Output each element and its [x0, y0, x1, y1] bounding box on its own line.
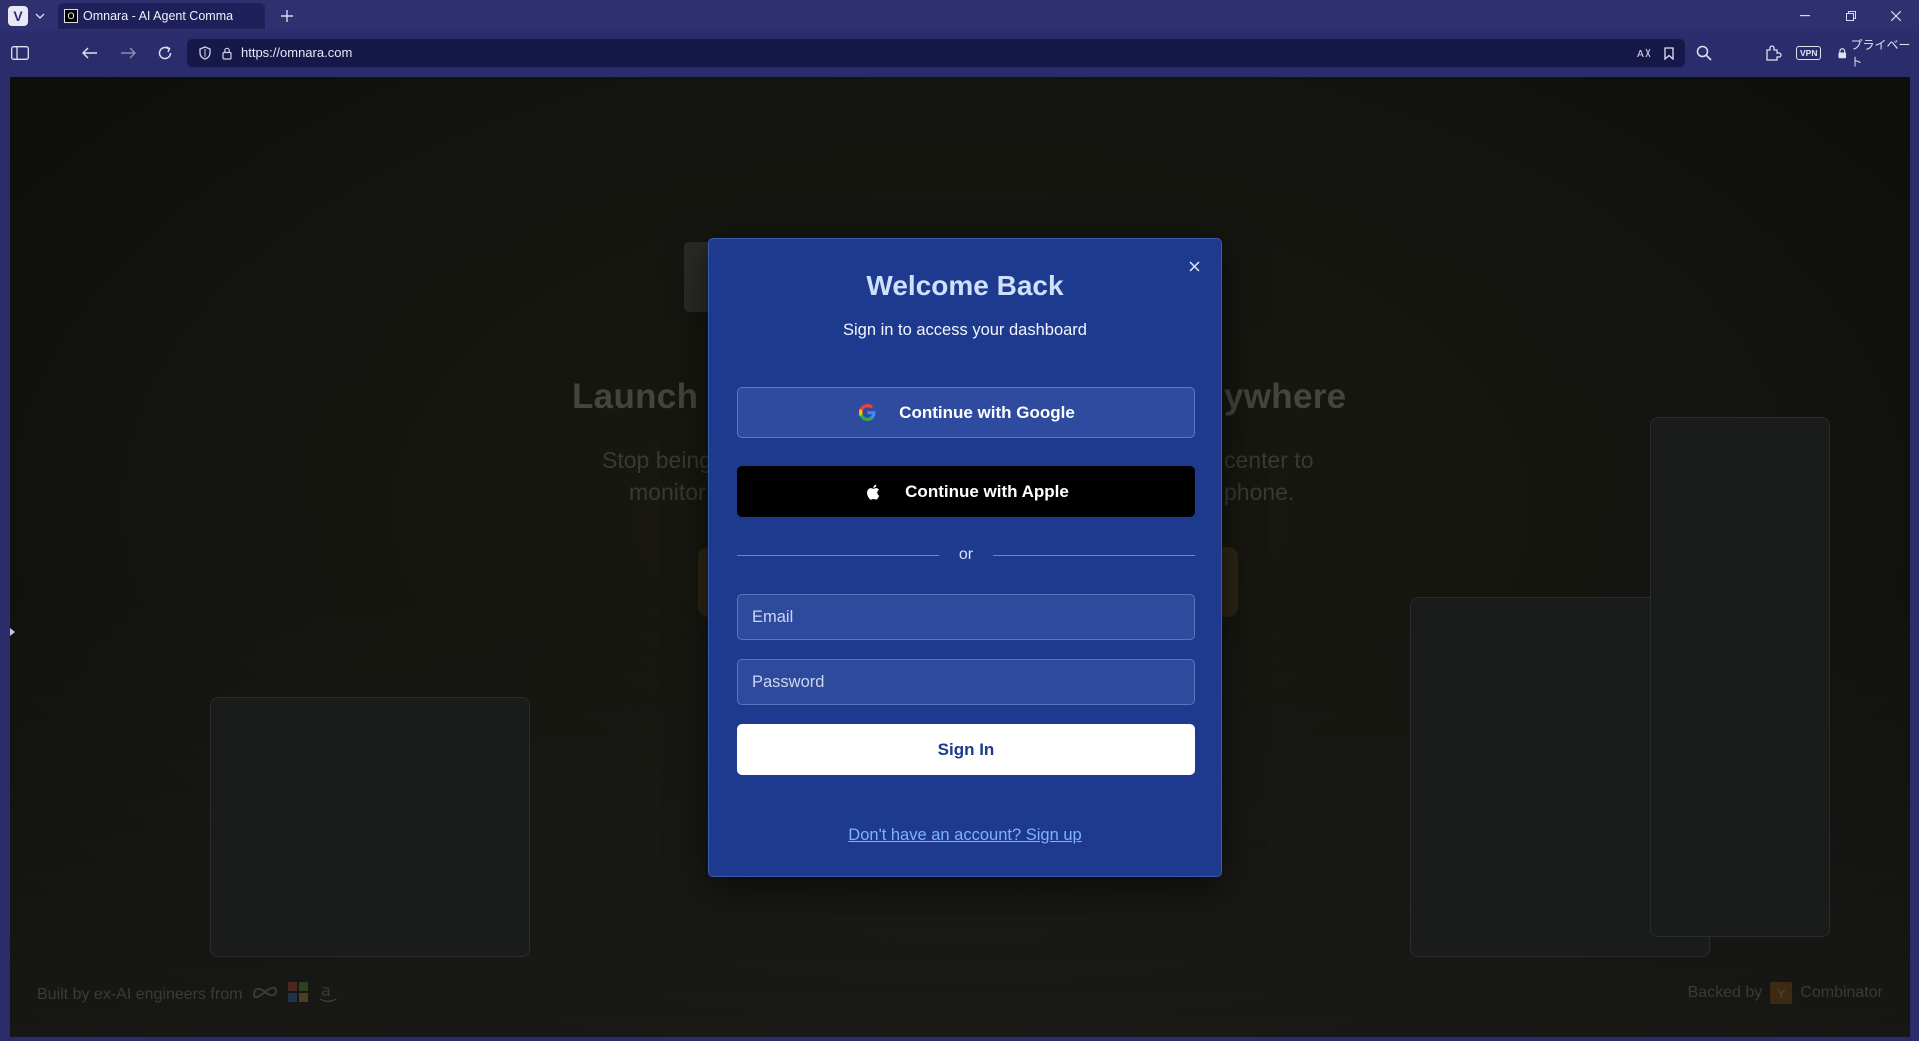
signin-button[interactable]: Sign In [737, 724, 1195, 775]
lock-icon [1838, 47, 1847, 58]
sub-line2-right: phone. [1224, 479, 1295, 505]
google-signin-button[interactable]: Continue with Google [737, 387, 1195, 438]
lock-icon[interactable] [219, 45, 235, 61]
modal-title: Welcome Back [866, 270, 1064, 301]
sub-line1-left: Stop being [602, 447, 712, 473]
search-icon[interactable] [1692, 41, 1716, 65]
puzzle-icon[interactable] [1764, 41, 1782, 65]
bookmark-icon[interactable] [1661, 45, 1677, 61]
google-button-label: Continue with Google [899, 402, 1075, 422]
private-label: プライベート [1850, 38, 1911, 69]
background-footer-right: Backed by Y Combinator [1688, 982, 1883, 1004]
arrow-left-icon[interactable] [78, 41, 102, 65]
microsoft-icon [288, 982, 309, 1007]
arrow-right-icon[interactable] [116, 41, 140, 65]
sub-line2-left: monitor [629, 479, 706, 505]
tab-bar: V O Omnara - AI Agent Comma [0, 0, 1919, 31]
footer-backed-by: Backed by [1687, 984, 1763, 1001]
vpn-container: VPN [1796, 41, 1822, 65]
modal-subtitle: Sign in to access your dashboard [843, 321, 1087, 339]
vpn-button[interactable]: VPN [1796, 46, 1822, 60]
plus-icon[interactable] [279, 8, 295, 24]
or-divider: or [737, 544, 1195, 568]
apple-icon [863, 482, 883, 502]
signin-modal: Welcome Back Sign in to access your dash… [708, 238, 1222, 877]
signup-link[interactable]: Don't have an account? Sign up [709, 826, 1221, 845]
close-window-icon[interactable] [1873, 0, 1919, 31]
vivaldi-icon[interactable]: V [8, 5, 28, 26]
restore-icon[interactable] [1828, 0, 1874, 31]
translate-icon[interactable]: A [1636, 45, 1652, 61]
divider-line [993, 555, 1195, 556]
private-indicator[interactable]: プライベート [1838, 38, 1919, 69]
meta-icon [252, 985, 278, 1004]
headline-right: ywhere [1224, 377, 1347, 416]
tab-title: Omnara - AI Agent Comma [83, 8, 234, 23]
yc-logo: Y [1770, 982, 1793, 1004]
caret-right-icon[interactable] [10, 625, 16, 639]
svg-text:a: a [321, 982, 331, 1000]
footer-combinator: Combinator [1800, 984, 1883, 1001]
apple-signin-button[interactable]: Continue with Apple [737, 466, 1195, 517]
background-decoration [210, 697, 530, 957]
google-icon [857, 403, 877, 423]
active-tab[interactable]: O Omnara - AI Agent Comma [58, 2, 265, 29]
background-decoration [1650, 417, 1830, 937]
tab-favicon: O [64, 8, 78, 23]
minimize-icon[interactable] [1782, 0, 1828, 31]
reload-icon[interactable] [153, 41, 177, 65]
signin-button-label: Sign In [937, 739, 995, 759]
amazon-icon: a [318, 981, 338, 1007]
apple-button-label: Continue with Apple [905, 481, 1069, 501]
background-footer-left: Built by ex-AI engineers from a [37, 981, 338, 1007]
password-field[interactable] [737, 659, 1195, 705]
address-toolbar: https://omnara.com A VPN プライベート [0, 31, 1919, 75]
url-field[interactable]: https://omnara.com A [187, 39, 1685, 67]
panel-toggle-icon[interactable] [8, 41, 32, 65]
chevron-down-icon[interactable] [34, 10, 46, 22]
email-field[interactable] [737, 594, 1195, 640]
shield-icon[interactable] [197, 45, 213, 61]
url-text: https://omnara.com [241, 45, 353, 60]
headline-left: Launch [572, 377, 699, 416]
svg-text:A: A [1637, 49, 1644, 59]
sub-line1-right: center to [1224, 447, 1314, 473]
footer-built-by: Built by ex-AI engineers from [37, 985, 243, 1003]
